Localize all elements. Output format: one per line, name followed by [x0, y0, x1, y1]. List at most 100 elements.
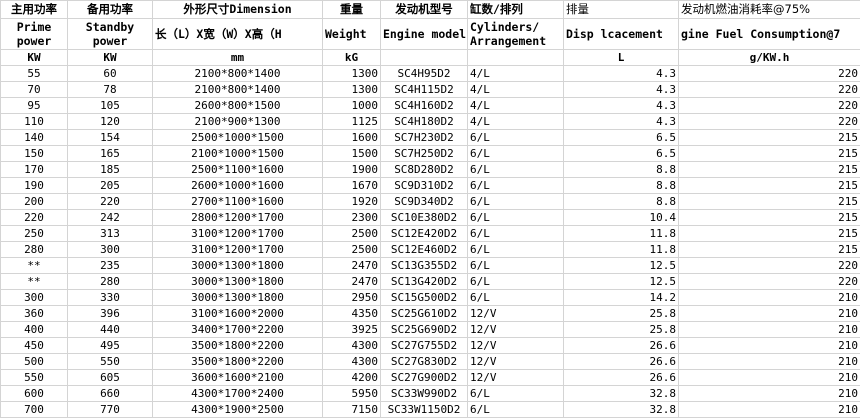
cell-weight[interactable]: 2300 [323, 210, 381, 226]
cell-standby[interactable]: 550 [68, 354, 153, 370]
cell-cylinders[interactable]: 12/V [468, 338, 564, 354]
cell-dimension[interactable]: 2500*1000*1500 [153, 130, 323, 146]
cell-standby[interactable]: 60 [68, 66, 153, 82]
header-prime-cn[interactable]: 主用功率 [1, 1, 68, 19]
cell-displacement[interactable]: 8.8 [564, 178, 679, 194]
cell-standby[interactable]: 770 [68, 402, 153, 418]
cell-dimension[interactable]: 3500*1800*2200 [153, 354, 323, 370]
cell-weight[interactable]: 2470 [323, 258, 381, 274]
cell-prime[interactable]: 250 [1, 226, 68, 242]
cell-standby[interactable]: 313 [68, 226, 153, 242]
cell-standby[interactable]: 396 [68, 306, 153, 322]
cell-fuel[interactable]: 210 [679, 306, 860, 322]
header-fuel-cn[interactable]: 发动机燃油消耗率@75% [679, 1, 860, 19]
cell-prime[interactable]: ** [1, 274, 68, 290]
cell-standby[interactable]: 280 [68, 274, 153, 290]
cell-fuel[interactable]: 210 [679, 354, 860, 370]
cell-engine[interactable]: SC15G500D2 [381, 290, 468, 306]
cell-weight[interactable]: 2950 [323, 290, 381, 306]
cell-weight[interactable]: 7150 [323, 402, 381, 418]
cell-prime[interactable]: 500 [1, 354, 68, 370]
cell-weight[interactable]: 5950 [323, 386, 381, 402]
cell-fuel[interactable]: 210 [679, 386, 860, 402]
unit-cyl[interactable] [468, 50, 564, 66]
cell-cylinders[interactable]: 4/L [468, 114, 564, 130]
cell-engine[interactable]: SC9D310D2 [381, 178, 468, 194]
cell-dimension[interactable]: 3000*1300*1800 [153, 274, 323, 290]
cell-weight[interactable]: 1920 [323, 194, 381, 210]
cell-displacement[interactable]: 12.5 [564, 258, 679, 274]
cell-prime[interactable]: ** [1, 258, 68, 274]
cell-fuel[interactable]: 220 [679, 82, 860, 98]
cell-dimension[interactable]: 4300*1700*2400 [153, 386, 323, 402]
cell-cylinders[interactable]: 6/L [468, 178, 564, 194]
cell-engine[interactable]: SC4H115D2 [381, 82, 468, 98]
cell-engine[interactable]: SC7H250D2 [381, 146, 468, 162]
cell-dimension[interactable]: 3100*1600*2000 [153, 306, 323, 322]
cell-prime[interactable]: 300 [1, 290, 68, 306]
cell-standby[interactable]: 154 [68, 130, 153, 146]
cell-dimension[interactable]: 2700*1100*1600 [153, 194, 323, 210]
cell-displacement[interactable]: 10.4 [564, 210, 679, 226]
cell-prime[interactable]: 190 [1, 178, 68, 194]
cell-prime[interactable]: 400 [1, 322, 68, 338]
cell-displacement[interactable]: 25.8 [564, 306, 679, 322]
cell-standby[interactable]: 220 [68, 194, 153, 210]
cell-displacement[interactable]: 8.8 [564, 194, 679, 210]
header-engine-en[interactable]: Engine model [381, 19, 468, 50]
cell-displacement[interactable]: 6.5 [564, 130, 679, 146]
cell-weight[interactable]: 2500 [323, 226, 381, 242]
cell-dimension[interactable]: 2100*1000*1500 [153, 146, 323, 162]
cell-weight[interactable]: 1670 [323, 178, 381, 194]
cell-displacement[interactable]: 4.3 [564, 98, 679, 114]
cell-prime[interactable]: 95 [1, 98, 68, 114]
cell-prime[interactable]: 150 [1, 146, 68, 162]
header-fuel-en[interactable]: gine Fuel Consumption@7 [679, 19, 860, 50]
cell-weight[interactable]: 4300 [323, 354, 381, 370]
cell-fuel[interactable]: 210 [679, 402, 860, 418]
cell-weight[interactable]: 1600 [323, 130, 381, 146]
cell-cylinders[interactable]: 6/L [468, 242, 564, 258]
cell-fuel[interactable]: 220 [679, 66, 860, 82]
unit-disp[interactable]: L [564, 50, 679, 66]
cell-weight[interactable]: 1900 [323, 162, 381, 178]
header-dimension-en[interactable]: 长（L）X宽（W）X高（H [153, 19, 323, 50]
cell-dimension[interactable]: 3000*1300*1800 [153, 258, 323, 274]
cell-standby[interactable]: 242 [68, 210, 153, 226]
cell-prime[interactable]: 220 [1, 210, 68, 226]
header-prime-en[interactable]: Prime power [1, 19, 68, 50]
cell-engine[interactable]: SC33W990D2 [381, 386, 468, 402]
cell-fuel[interactable]: 215 [679, 130, 860, 146]
cell-fuel[interactable]: 215 [679, 178, 860, 194]
cell-engine[interactable]: SC4H95D2 [381, 66, 468, 82]
cell-prime[interactable]: 170 [1, 162, 68, 178]
cell-cylinders[interactable]: 6/L [468, 162, 564, 178]
header-disp-cn[interactable]: 排量 [564, 1, 679, 19]
cell-fuel[interactable]: 210 [679, 322, 860, 338]
cell-dimension[interactable]: 2100*800*1400 [153, 82, 323, 98]
cell-weight[interactable]: 3925 [323, 322, 381, 338]
cell-dimension[interactable]: 2100*800*1400 [153, 66, 323, 82]
cell-engine[interactable]: SC27G755D2 [381, 338, 468, 354]
cell-engine[interactable]: SC10E380D2 [381, 210, 468, 226]
cell-standby[interactable]: 660 [68, 386, 153, 402]
cell-standby[interactable]: 205 [68, 178, 153, 194]
cell-cylinders[interactable]: 12/V [468, 354, 564, 370]
cell-fuel[interactable]: 220 [679, 258, 860, 274]
cell-displacement[interactable]: 26.6 [564, 370, 679, 386]
cell-dimension[interactable]: 4300*1900*2500 [153, 402, 323, 418]
cell-displacement[interactable]: 11.8 [564, 226, 679, 242]
cell-engine[interactable]: SC27G900D2 [381, 370, 468, 386]
cell-cylinders[interactable]: 6/L [468, 194, 564, 210]
cell-cylinders[interactable]: 6/L [468, 146, 564, 162]
cell-dimension[interactable]: 3600*1600*2100 [153, 370, 323, 386]
cell-prime[interactable]: 280 [1, 242, 68, 258]
cell-displacement[interactable]: 4.3 [564, 114, 679, 130]
cell-standby[interactable]: 165 [68, 146, 153, 162]
cell-standby[interactable]: 78 [68, 82, 153, 98]
cell-cylinders[interactable]: 6/L [468, 402, 564, 418]
header-standby-en[interactable]: Standby power [68, 19, 153, 50]
cell-engine[interactable]: SC12E460D2 [381, 242, 468, 258]
cell-prime[interactable]: 450 [1, 338, 68, 354]
cell-weight[interactable]: 1000 [323, 98, 381, 114]
